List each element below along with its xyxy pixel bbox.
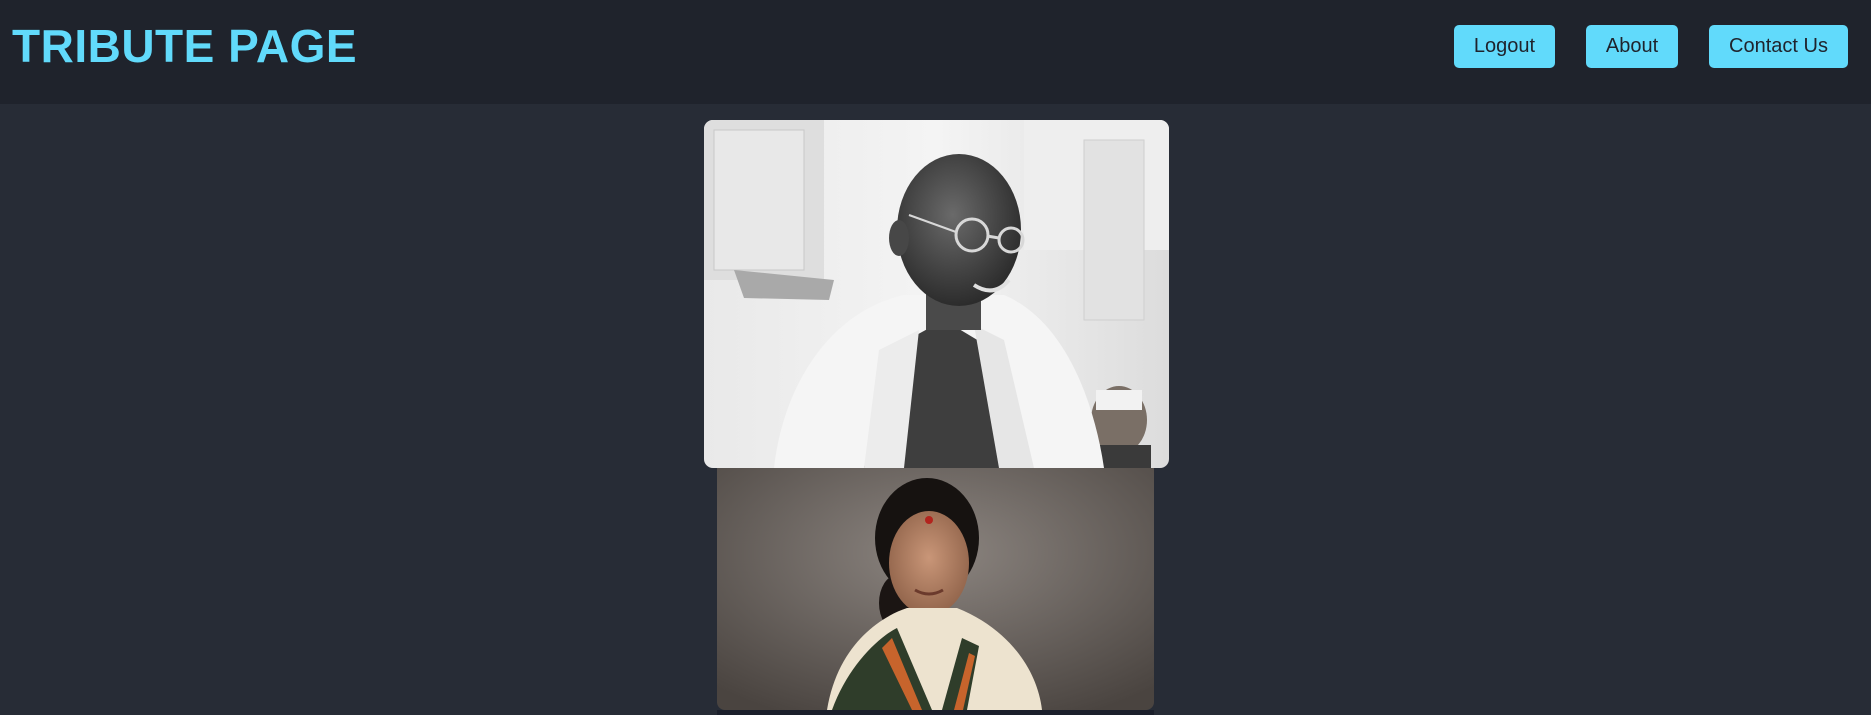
logout-button[interactable]: Logout bbox=[1454, 25, 1555, 68]
about-button[interactable]: About bbox=[1586, 25, 1678, 68]
contact-us-button[interactable]: Contact Us bbox=[1709, 25, 1848, 68]
next-photo-edge bbox=[717, 710, 1154, 715]
site-title: TRIBUTE PAGE bbox=[12, 20, 358, 72]
portrait-image-2 bbox=[717, 468, 1154, 710]
header-bar: TRIBUTE PAGE Logout About Contact Us bbox=[0, 0, 1871, 104]
portrait-photo-1 bbox=[704, 120, 1169, 468]
portrait-image-1 bbox=[704, 120, 1169, 468]
portrait-photo-2 bbox=[717, 468, 1154, 710]
